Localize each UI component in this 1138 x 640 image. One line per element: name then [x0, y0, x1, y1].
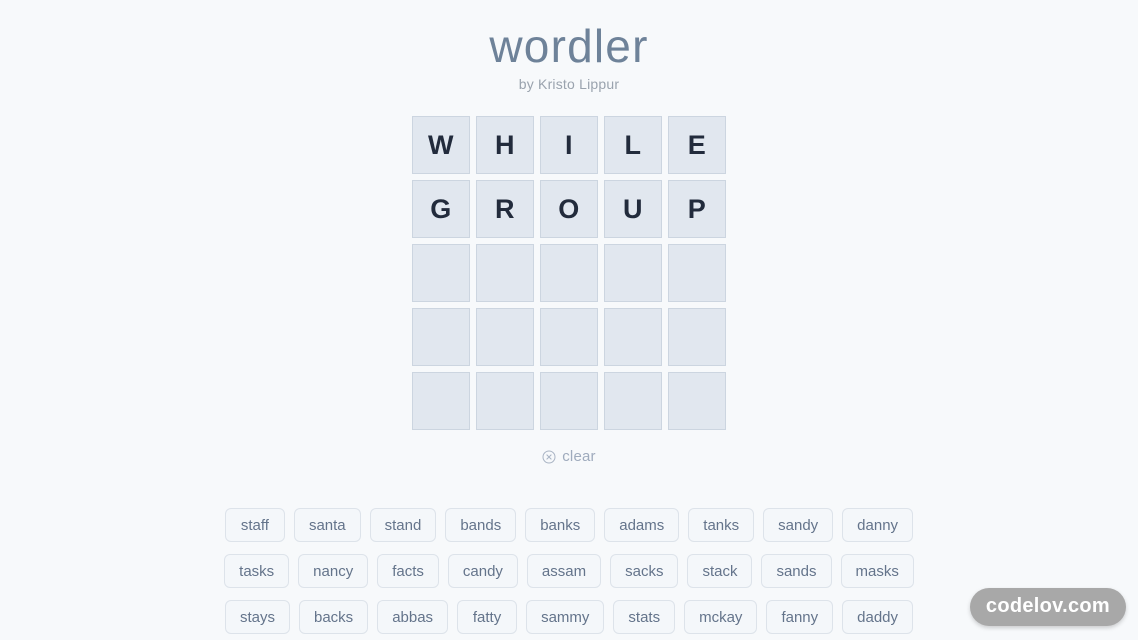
- letter-tile[interactable]: [476, 372, 534, 431]
- letter-tile[interactable]: [668, 308, 726, 367]
- letter-tile[interactable]: R: [476, 180, 534, 239]
- word-chip[interactable]: nancy: [298, 554, 369, 589]
- letter-tile[interactable]: [604, 244, 662, 303]
- word-chip[interactable]: santa: [293, 508, 361, 543]
- board-row: G R O U P: [412, 180, 726, 239]
- word-suggestions-list: staff santa stand bands banks adams tank…: [189, 508, 949, 640]
- letter-tile[interactable]: [540, 308, 598, 367]
- app-author-subtitle: by Kristo Lippur: [518, 76, 620, 93]
- word-chip[interactable]: fatty: [457, 600, 518, 635]
- letter-tile[interactable]: [412, 244, 470, 303]
- watermark-badge: codelov.com: [969, 588, 1126, 626]
- wordler-app: wordler by Kristo Lippur W H I L E G R O…: [0, 0, 1138, 640]
- letter-tile[interactable]: [540, 372, 598, 431]
- letter-tile[interactable]: L: [604, 116, 662, 175]
- word-chip[interactable]: fanny: [766, 600, 834, 635]
- letter-tile[interactable]: U: [604, 180, 662, 239]
- word-chip[interactable]: masks: [840, 554, 914, 589]
- word-chip[interactable]: facts: [377, 554, 439, 589]
- letter-tile[interactable]: P: [668, 180, 726, 239]
- word-chip[interactable]: sandy: [763, 508, 834, 543]
- letter-tile[interactable]: [604, 372, 662, 431]
- letter-tile[interactable]: [476, 308, 534, 367]
- letter-tile[interactable]: G: [412, 180, 470, 239]
- letter-tile[interactable]: [540, 244, 598, 303]
- letter-tile[interactable]: H: [476, 116, 534, 175]
- board-row: [412, 372, 726, 431]
- word-chip[interactable]: sands: [761, 554, 832, 589]
- circle-x-icon: [542, 450, 556, 464]
- word-chip[interactable]: danny: [842, 508, 914, 543]
- board-row: [412, 244, 726, 303]
- letter-tile[interactable]: [668, 244, 726, 303]
- letter-tile[interactable]: W: [412, 116, 470, 175]
- word-chip[interactable]: stand: [369, 508, 437, 543]
- clear-label: clear: [562, 448, 596, 466]
- board-row: W H I L E: [412, 116, 726, 175]
- letter-tile[interactable]: I: [540, 116, 598, 175]
- board-row: [412, 308, 726, 367]
- word-chip[interactable]: sacks: [610, 554, 679, 589]
- word-chip[interactable]: staff: [224, 508, 285, 543]
- letter-tile[interactable]: [412, 308, 470, 367]
- letter-tile[interactable]: [476, 244, 534, 303]
- app-header: wordler by Kristo Lippur: [489, 20, 649, 93]
- letter-tile[interactable]: [412, 372, 470, 431]
- word-chip[interactable]: tasks: [224, 554, 290, 589]
- word-chip[interactable]: candy: [447, 554, 518, 589]
- word-chip[interactable]: abbas: [377, 600, 449, 635]
- word-chip[interactable]: sammy: [526, 600, 605, 635]
- letter-tile[interactable]: E: [668, 116, 726, 175]
- word-chip[interactable]: banks: [525, 508, 596, 543]
- letter-tile[interactable]: O: [540, 180, 598, 239]
- word-chip[interactable]: stays: [224, 600, 290, 635]
- word-chip[interactable]: adams: [604, 508, 680, 543]
- word-chip[interactable]: assam: [526, 554, 602, 589]
- page-title: wordler: [489, 20, 649, 72]
- clear-button[interactable]: clear: [542, 448, 596, 465]
- word-chip[interactable]: daddy: [842, 600, 914, 635]
- word-chip[interactable]: tanks: [688, 508, 755, 543]
- letter-tile[interactable]: [668, 372, 726, 431]
- word-chip[interactable]: stack: [687, 554, 753, 589]
- word-chip[interactable]: mckay: [684, 600, 758, 635]
- word-chip[interactable]: stats: [613, 600, 676, 635]
- word-chip[interactable]: bands: [445, 508, 517, 543]
- letter-tile[interactable]: [604, 308, 662, 367]
- word-chip[interactable]: backs: [299, 600, 369, 635]
- letter-board: W H I L E G R O U P: [412, 116, 726, 431]
